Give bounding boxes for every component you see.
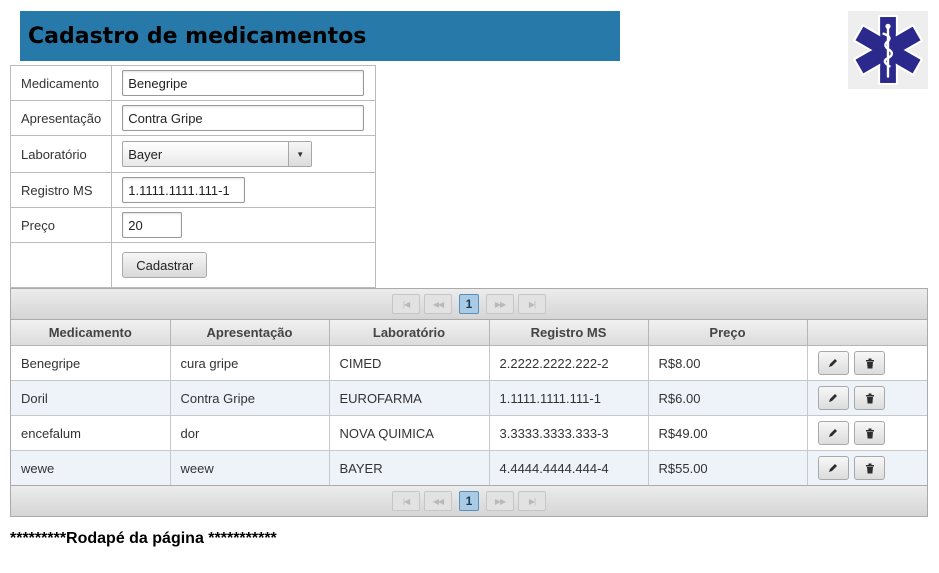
cell-actions <box>807 450 927 485</box>
delete-button[interactable] <box>854 386 886 410</box>
cell-laboratorio: NOVA QUIMICA <box>329 415 490 451</box>
cell-laboratorio: CIMED <box>329 345 490 381</box>
cell-registro: 2.2222.2222.222-2 <box>489 345 649 381</box>
cell-medicamento: Benegripe <box>11 345 171 381</box>
cell-actions <box>807 380 927 416</box>
paginator-top: |◀ ◀◀ 1 ▶▶ ▶| <box>11 289 927 320</box>
pencil-icon <box>829 394 837 402</box>
cell-preco: R$49.00 <box>648 415 808 451</box>
column-header-actions <box>807 320 927 346</box>
page-footer: *********Rodapé da página *********** <box>10 530 277 547</box>
cell-registro: 4.4444.4444.444-4 <box>489 450 649 485</box>
trash-icon <box>865 393 874 403</box>
pencil-icon <box>829 359 837 367</box>
cell-medicamento: Doril <box>11 380 171 416</box>
chevron-down-icon[interactable]: ▼ <box>288 142 312 166</box>
column-header-registro[interactable]: Registro MS <box>489 320 649 346</box>
next-page-icon[interactable]: ▶▶ <box>486 294 514 314</box>
column-header-apresentacao[interactable]: Apresentação <box>170 320 330 346</box>
cell-medicamento: wewe <box>11 450 171 485</box>
page: Cadastro de medicamentos Medicamento Ben… <box>0 0 939 573</box>
edit-button[interactable] <box>817 386 849 410</box>
table-row[interactable]: Doril Contra Gripe EUROFARMA 1.1111.1111… <box>11 380 927 416</box>
cell-medicamento: encefalum <box>11 415 171 451</box>
first-page-icon[interactable]: |◀ <box>392 294 420 314</box>
header-bar: Cadastro de medicamentos <box>20 11 620 61</box>
cell-apresentacao: cura gripe <box>170 345 330 381</box>
table-row[interactable]: wewe weew BAYER 4.4444.4444.444-4 R$55.0… <box>11 450 927 485</box>
trash-icon <box>865 358 874 368</box>
next-page-icon[interactable]: ▶▶ <box>486 491 514 511</box>
column-header-preco[interactable]: Preço <box>648 320 808 346</box>
page-number-button[interactable]: 1 <box>459 294 479 314</box>
laboratorio-select[interactable]: Bayer ▼ <box>122 141 313 167</box>
logo <box>848 11 928 89</box>
delete-button[interactable] <box>854 351 886 375</box>
apresentacao-input[interactable] <box>122 105 365 131</box>
preco-label: Preço <box>9 207 113 243</box>
edit-button[interactable] <box>817 421 849 445</box>
delete-button[interactable] <box>854 456 886 480</box>
cell-registro: 1.1111.1111.111-1 <box>489 380 649 416</box>
apresentacao-label: Apresentação <box>9 100 113 136</box>
cadastrar-button[interactable]: Cadastrar <box>122 252 208 278</box>
laboratorio-label: Laboratório <box>9 135 113 173</box>
column-header-laboratorio[interactable]: Laboratório <box>329 320 490 346</box>
cell-apresentacao: weew <box>170 450 330 485</box>
medicine-form: Medicamento Apresentação Laboratório Bay… <box>9 65 377 288</box>
cell-registro: 3.3333.3333.333-3 <box>489 415 649 451</box>
prev-page-icon[interactable]: ◀◀ <box>424 294 452 314</box>
last-page-icon[interactable]: ▶| <box>518 294 546 314</box>
pencil-icon <box>829 429 837 437</box>
registro-input[interactable] <box>122 177 246 203</box>
cell-preco: R$55.00 <box>648 450 808 485</box>
cell-preco: R$8.00 <box>648 345 808 381</box>
page-number-button[interactable]: 1 <box>459 491 479 511</box>
empty-label-cell <box>9 242 113 288</box>
medicine-table: Medicamento Apresentação Laboratório Reg… <box>11 320 927 485</box>
registro-label: Registro MS <box>9 172 113 208</box>
column-header-medicamento[interactable]: Medicamento <box>11 320 171 346</box>
cell-laboratorio: EUROFARMA <box>329 380 490 416</box>
medicine-grid: |◀ ◀◀ 1 ▶▶ ▶| Medicamento Apresentação L… <box>10 288 928 517</box>
medicamento-label: Medicamento <box>9 65 113 101</box>
trash-icon <box>865 463 874 473</box>
trash-icon <box>865 428 874 438</box>
star-of-life-icon <box>853 14 923 86</box>
table-row[interactable]: encefalum dor NOVA QUIMICA 3.3333.3333.3… <box>11 415 927 451</box>
cell-actions <box>807 345 927 381</box>
cell-apresentacao: Contra Gripe <box>170 380 330 416</box>
paginator-bottom: |◀ ◀◀ 1 ▶▶ ▶| <box>11 485 927 516</box>
medicamento-input[interactable] <box>122 70 365 96</box>
preco-input[interactable] <box>122 212 183 238</box>
prev-page-icon[interactable]: ◀◀ <box>424 491 452 511</box>
first-page-icon[interactable]: |◀ <box>392 491 420 511</box>
laboratorio-selected-value: Bayer <box>128 146 163 162</box>
cell-preco: R$6.00 <box>648 380 808 416</box>
delete-button[interactable] <box>854 421 886 445</box>
table-row[interactable]: Benegripe cura gripe CIMED 2.2222.2222.2… <box>11 345 927 381</box>
last-page-icon[interactable]: ▶| <box>518 491 546 511</box>
cell-actions <box>807 415 927 451</box>
pencil-icon <box>829 464 837 472</box>
cell-apresentacao: dor <box>170 415 330 451</box>
edit-button[interactable] <box>817 456 849 480</box>
cell-laboratorio: BAYER <box>329 450 490 485</box>
edit-button[interactable] <box>817 351 849 375</box>
page-title: Cadastro de medicamentos <box>28 23 367 49</box>
